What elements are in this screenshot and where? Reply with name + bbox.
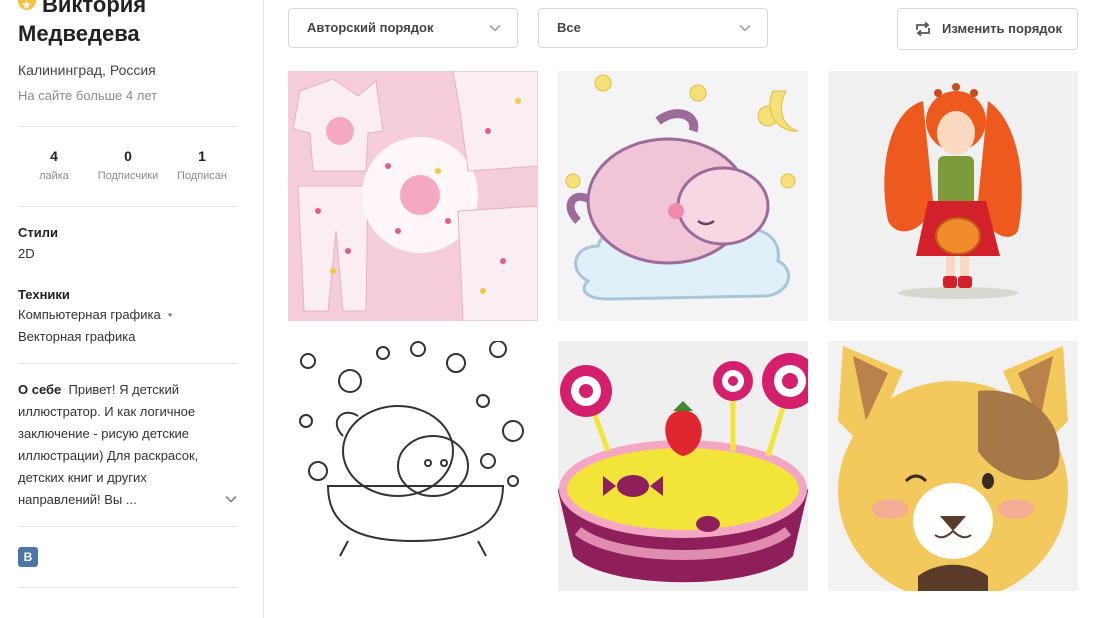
profile-stats: 4 лайка 0 Подписчики 1 Подписан [18, 148, 238, 182]
about-text: Привет! Я детский иллюстратор. И как лог… [18, 382, 199, 507]
divider [18, 526, 238, 527]
chevron-down-icon [739, 24, 751, 32]
candy-bowl-artwork [558, 341, 808, 591]
gallery-item[interactable] [558, 71, 808, 321]
about-title: О себе [18, 382, 62, 397]
chevron-down-icon [489, 24, 501, 32]
technique-item[interactable]: Компьютерная графика • [18, 304, 172, 326]
divider [18, 126, 238, 127]
star-badge-icon [18, 0, 36, 20]
sheep-in-bath-coloring-artwork [288, 341, 538, 591]
divider [18, 587, 238, 588]
divider [18, 206, 238, 207]
redhead-girl-pumpkin-artwork [828, 71, 1078, 321]
styles-title: Стили [18, 225, 58, 240]
gallery-item[interactable] [288, 341, 538, 591]
techniques-title: Техники [18, 287, 70, 302]
reorder-arrows-icon [916, 21, 930, 37]
technique-item[interactable]: Векторная графика [18, 326, 135, 348]
sort-select[interactable]: Авторский порядок [288, 8, 518, 48]
sheep-on-cloud-artwork [558, 71, 808, 321]
profile-sidebar: Виктория Медведева Калининград, Россия Н… [0, 0, 264, 618]
chevron-down-icon[interactable] [225, 493, 237, 505]
stat-likes[interactable]: 4 лайка [18, 148, 90, 182]
styles-value[interactable]: 2D [18, 243, 35, 265]
vk-icon[interactable]: B [18, 547, 38, 567]
stat-followers[interactable]: 0 Подписчики [90, 148, 166, 182]
gallery-item[interactable] [558, 341, 808, 591]
filter-select[interactable]: Все [538, 8, 768, 48]
divider [18, 363, 238, 364]
profile-name: Виктория Медведева [18, 0, 248, 48]
profile-location: Калининград, Россия [18, 62, 156, 78]
profile-member-since: На сайте больше 4 лет [18, 88, 158, 103]
stat-following[interactable]: 1 Подписан [166, 148, 238, 182]
gallery-item[interactable] [828, 71, 1078, 321]
gallery-item[interactable] [288, 71, 538, 321]
bullet-separator: • [167, 307, 173, 322]
reorder-button[interactable]: Изменить порядок [897, 8, 1078, 50]
gallery-item[interactable] [828, 341, 1078, 591]
about-section: О себе Привет! Я детский иллюстратор. И … [18, 379, 230, 511]
dog-face-artwork [828, 341, 1078, 591]
pajama-pattern-artwork [288, 71, 538, 321]
